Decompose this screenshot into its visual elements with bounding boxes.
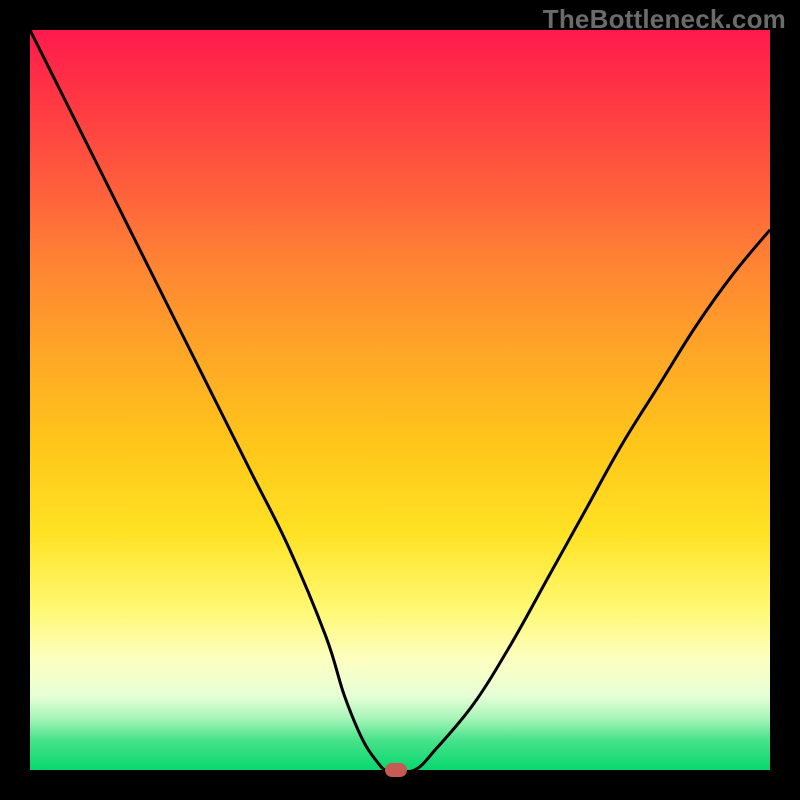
bottleneck-curve <box>30 30 770 770</box>
chart-frame: TheBottleneck.com <box>0 0 800 800</box>
optimum-marker <box>385 763 407 777</box>
plot-area <box>30 30 770 770</box>
curve-path <box>30 30 770 770</box>
